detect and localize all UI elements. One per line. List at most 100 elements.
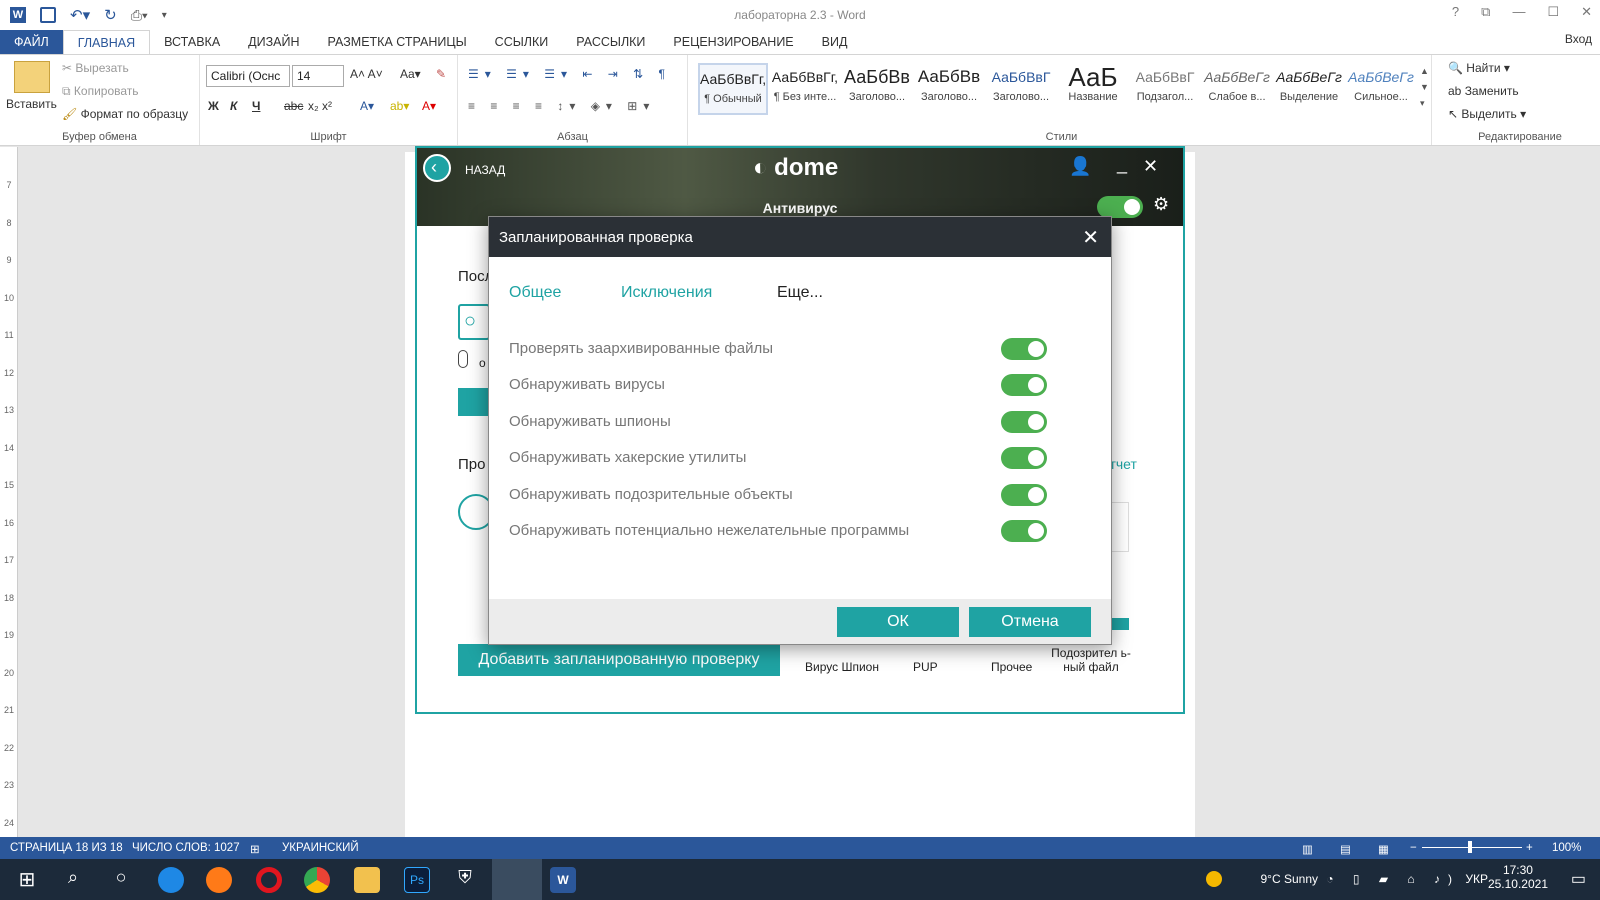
radio-option[interactable] <box>458 350 468 368</box>
toggle-spyware[interactable] <box>1001 411 1047 433</box>
ribbon-display-icon[interactable]: ⧉ <box>1481 4 1490 20</box>
font-size-select[interactable]: 14 <box>292 65 344 87</box>
close-icon[interactable]: ✕ <box>1082 225 1099 250</box>
style-normal[interactable]: АаБбВвГг, ¶ Обычный <box>698 63 768 115</box>
search-box[interactable]: ○ <box>458 304 490 340</box>
dome-taskbar-icon[interactable] <box>492 859 542 900</box>
maximize-icon[interactable]: ☐ <box>1547 4 1559 20</box>
gear-icon[interactable]: ⚙ <box>1153 194 1169 215</box>
weather-sun-icon[interactable] <box>1206 871 1222 887</box>
tab-references[interactable]: ССЫЛКИ <box>481 30 563 54</box>
font-name-select[interactable]: Calibri (Оснс <box>206 65 290 87</box>
tab-layout[interactable]: РАЗМЕТКА СТРАНИЦЫ <box>314 30 481 54</box>
edge-icon[interactable] <box>158 867 184 893</box>
zoom-in-icon[interactable]: + <box>1526 842 1533 854</box>
zoom-slider[interactable] <box>1422 847 1522 848</box>
weather-text[interactable]: 9°C Sunny <box>1261 872 1319 886</box>
select-button[interactable]: ↖ Выделить ▾ <box>1448 107 1526 121</box>
clear-format-icon[interactable]: ✎ <box>436 67 446 81</box>
ok-button[interactable]: ОК <box>837 607 959 637</box>
read-mode-icon[interactable]: ▥ <box>1302 842 1313 856</box>
styles-scroll-icon[interactable]: ▲ ▼ ▾ <box>1420 63 1429 111</box>
zoom-level[interactable]: 100% <box>1552 842 1581 854</box>
firefox-icon[interactable] <box>206 867 232 893</box>
search-icon[interactable]: ⌕ <box>60 867 86 893</box>
clock[interactable]: 17:30 25.10.2021 <box>1488 863 1548 891</box>
tab-file[interactable]: ФАЙЛ <box>0 30 63 54</box>
scan-button[interactable] <box>458 388 488 416</box>
grow-font-icon[interactable]: A˄ A˅ <box>350 67 383 81</box>
tab-review[interactable]: РЕЦЕНЗИРОВАНИЕ <box>659 30 807 54</box>
photoshop-icon[interactable]: Ps <box>404 867 430 893</box>
replace-button[interactable]: ab Заменить <box>1448 84 1519 98</box>
style-subtle-emphasis[interactable]: АаБбВеГг Слабое в... <box>1202 63 1272 115</box>
tab-mailings[interactable]: РАССЫЛКИ <box>562 30 659 54</box>
close-icon[interactable]: ✕ <box>1143 156 1158 177</box>
underline-button[interactable]: Ч <box>252 99 260 113</box>
style-subtitle[interactable]: АаБбВвГ Подзагол... <box>1130 63 1200 115</box>
proofing-icon[interactable]: ⊞ <box>250 842 260 856</box>
antivirus-toggle[interactable] <box>1097 196 1143 218</box>
align-icons[interactable]: ≡ ≡ ≡ ≡ ↕▾ ◈▾ ⊞▾ <box>468 99 655 113</box>
file-explorer-icon[interactable] <box>354 867 380 893</box>
style-emphasis[interactable]: АаБбВеГг Выделение <box>1274 63 1344 115</box>
page-count[interactable]: СТРАНИЦА 18 ИЗ 18 <box>10 842 123 854</box>
toggle-archived-files[interactable] <box>1001 338 1047 360</box>
toggle-pup[interactable] <box>1001 520 1047 542</box>
opera-icon[interactable] <box>256 867 282 893</box>
zoom-out-icon[interactable]: − <box>1410 842 1417 854</box>
tab-home[interactable]: ГЛАВНАЯ <box>62 29 151 55</box>
italic-button[interactable]: К <box>230 99 237 113</box>
change-case-icon[interactable]: Aa▾ <box>400 67 421 81</box>
back-button[interactable]: ‹ <box>423 154 451 182</box>
minimize-icon[interactable]: — <box>1512 4 1525 20</box>
user-icon[interactable]: 👤 <box>1069 156 1091 177</box>
text-effects-icon[interactable]: A▾ <box>360 99 374 113</box>
tab-insert[interactable]: ВСТАВКА <box>150 30 234 54</box>
tab-view[interactable]: ВИД <box>808 30 862 54</box>
tab-design[interactable]: ДИЗАЙН <box>234 30 313 54</box>
subscript-icon[interactable]: x₂ x² <box>308 99 332 113</box>
windows-start-icon[interactable]: ⊞ <box>14 867 40 893</box>
style-heading-1[interactable]: АаБбВв Заголово... <box>842 63 912 115</box>
cut-button[interactable]: ✂ Вырезать <box>62 61 129 75</box>
copy-button[interactable]: ⧉ Копировать <box>62 84 139 99</box>
format-painter-button[interactable]: 🖌 Формат по образцу <box>62 107 188 121</box>
list-icons[interactable]: ☰▾ ☰▾ ☰▾ ⇤ ⇥ ⇅ ¶ <box>468 67 671 81</box>
highlight-icon[interactable]: ab▾ <box>390 99 409 113</box>
sign-in-link[interactable]: Вход <box>1565 32 1592 46</box>
word-taskbar-icon[interactable]: W <box>550 867 576 893</box>
toggle-viruses[interactable] <box>1001 374 1047 396</box>
chrome-icon[interactable] <box>304 867 330 893</box>
toggle-suspicious[interactable] <box>1001 484 1047 506</box>
toggle-hacker-tools[interactable] <box>1001 447 1047 469</box>
style-heading-2[interactable]: АаБбВв Заголово... <box>914 63 984 115</box>
paste-icon[interactable] <box>14 61 50 93</box>
word-count[interactable]: ЧИСЛО СЛОВ: 1027 <box>132 842 240 854</box>
close-icon[interactable]: ✕ <box>1581 4 1592 20</box>
style-heading-3[interactable]: АаБбВвГ Заголово... <box>986 63 1056 115</box>
strikethrough-button[interactable]: abc <box>284 99 303 113</box>
style-intense-emphasis[interactable]: АаБбВеГг Сильное... <box>1346 63 1416 115</box>
font-color-icon[interactable]: A▾ <box>422 99 436 113</box>
tab-more[interactable]: Еще... <box>777 284 823 302</box>
tab-general[interactable]: Общее <box>509 284 561 302</box>
bold-button[interactable]: Ж <box>208 99 219 113</box>
input-language[interactable]: УКР <box>1465 872 1488 886</box>
zoom-slider-thumb[interactable] <box>1468 841 1472 853</box>
tray-icons[interactable]: ◔ ▯ ▰ ⌂ ♪) <box>1326 872 1460 886</box>
task-view-icon[interactable]: ○ <box>108 867 134 893</box>
cancel-button[interactable]: Отмена <box>969 607 1091 637</box>
print-layout-icon[interactable]: ▤ <box>1340 842 1351 856</box>
paste-button[interactable]: Вставить <box>6 97 57 111</box>
help-icon[interactable]: ? <box>1452 4 1459 20</box>
security-shield-icon[interactable]: ⛨ <box>452 867 478 893</box>
web-layout-icon[interactable]: ▦ <box>1378 842 1389 856</box>
tab-exclusions[interactable]: Исключения <box>621 284 712 302</box>
style-title[interactable]: АаБ Название <box>1058 63 1128 115</box>
minimize-icon[interactable]: _ <box>1117 154 1127 175</box>
back-label[interactable]: НАЗАД <box>465 163 505 177</box>
notifications-icon[interactable]: ▭ <box>1571 869 1586 889</box>
style-no-spacing[interactable]: АаБбВвГг, ¶ Без инте... <box>770 63 840 115</box>
language-indicator[interactable]: УКРАИНСКИЙ <box>282 842 359 854</box>
